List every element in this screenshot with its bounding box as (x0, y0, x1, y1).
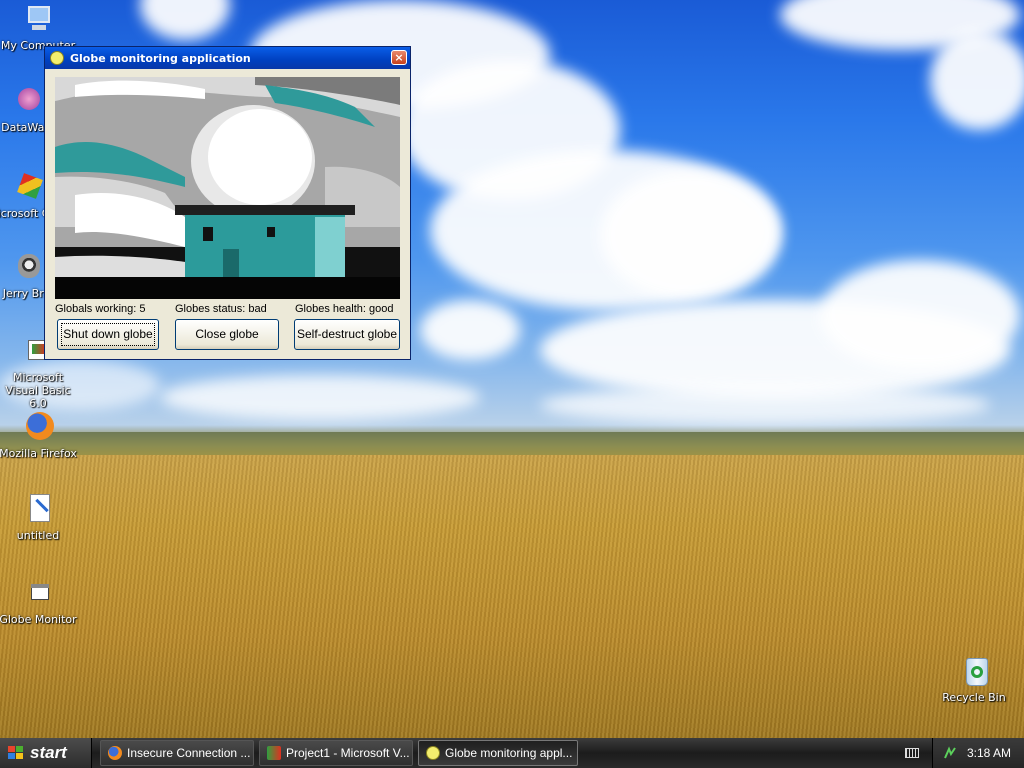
desktop-icon-untitled[interactable]: untitled (0, 494, 78, 542)
taskbar-button-label: Insecure Connection ... (127, 746, 251, 760)
taskbar-button-label: Project1 - Microsoft V... (286, 746, 410, 760)
globe-app-icon (426, 746, 440, 760)
window-title: Globe monitoring application (70, 51, 251, 65)
start-label: start (30, 743, 67, 762)
globes-health-label: Globes health: good (295, 303, 394, 315)
paint-file-icon (22, 494, 54, 526)
system-tray: 3:18 AM (932, 738, 1024, 768)
firefox-icon (22, 412, 54, 444)
desktop-icon-label: Recycle Bin (942, 691, 1006, 704)
taskbar-button-label: Globe monitoring appl... (445, 746, 573, 760)
desktop-icon-label: Microsoft Visual Basic 6.0 (5, 371, 71, 410)
globals-working-label: Globals working: 5 (55, 303, 146, 315)
close-globe-button[interactable]: Close globe (175, 319, 279, 350)
self-destruct-globe-button[interactable]: Self-destruct globe (294, 319, 400, 350)
globes-status-label: Globes status: bad (175, 303, 267, 315)
datawave-icon (12, 86, 44, 118)
start-button[interactable]: start (0, 738, 92, 768)
window-titlebar[interactable]: Globe monitoring application × (45, 47, 410, 69)
visual-basic-icon (267, 746, 281, 760)
shut-down-globe-button[interactable]: Shut down globe (57, 319, 159, 350)
taskbar: start Insecure Connection ... Project1 -… (0, 738, 1024, 768)
visual-cpp-icon (12, 172, 44, 204)
taskbar-button-globe-monitoring[interactable]: Globe monitoring appl... (418, 740, 578, 766)
close-window-button[interactable]: × (391, 50, 407, 65)
globe-monitoring-window: Globe monitoring application × Globals w… (44, 46, 411, 360)
raccoon-icon (12, 252, 44, 284)
application-icon (22, 578, 54, 610)
recycle-bin-icon (958, 656, 990, 688)
network-icon[interactable] (943, 746, 957, 760)
taskbar-button-project1[interactable]: Project1 - Microsoft V... (259, 740, 413, 766)
desktop-icon-recycle-bin[interactable]: Recycle Bin (934, 656, 1014, 704)
clock[interactable]: 3:18 AM (967, 746, 1011, 760)
desktop-icon-label: Mozilla Firefox (0, 447, 77, 460)
windows-flag-icon (8, 746, 24, 760)
desktop-icon-label: Globe Monitor (0, 613, 77, 626)
radar-dome-image (55, 77, 400, 299)
taskbar-button-insecure-connection[interactable]: Insecure Connection ... (100, 740, 254, 766)
desktop-icon-globe-monitor[interactable]: Globe Monitor (0, 578, 78, 626)
desktop-icon-firefox[interactable]: Mozilla Firefox (0, 412, 78, 460)
desktop-icon-label: untitled (16, 529, 60, 542)
computer-icon (22, 4, 54, 36)
keyboard-icon[interactable] (905, 748, 919, 758)
desktop-icon-my-computer[interactable]: My Computer (0, 4, 78, 52)
firefox-icon (108, 746, 122, 760)
radar-dome-photo (55, 77, 400, 299)
globe-app-icon (50, 51, 64, 65)
